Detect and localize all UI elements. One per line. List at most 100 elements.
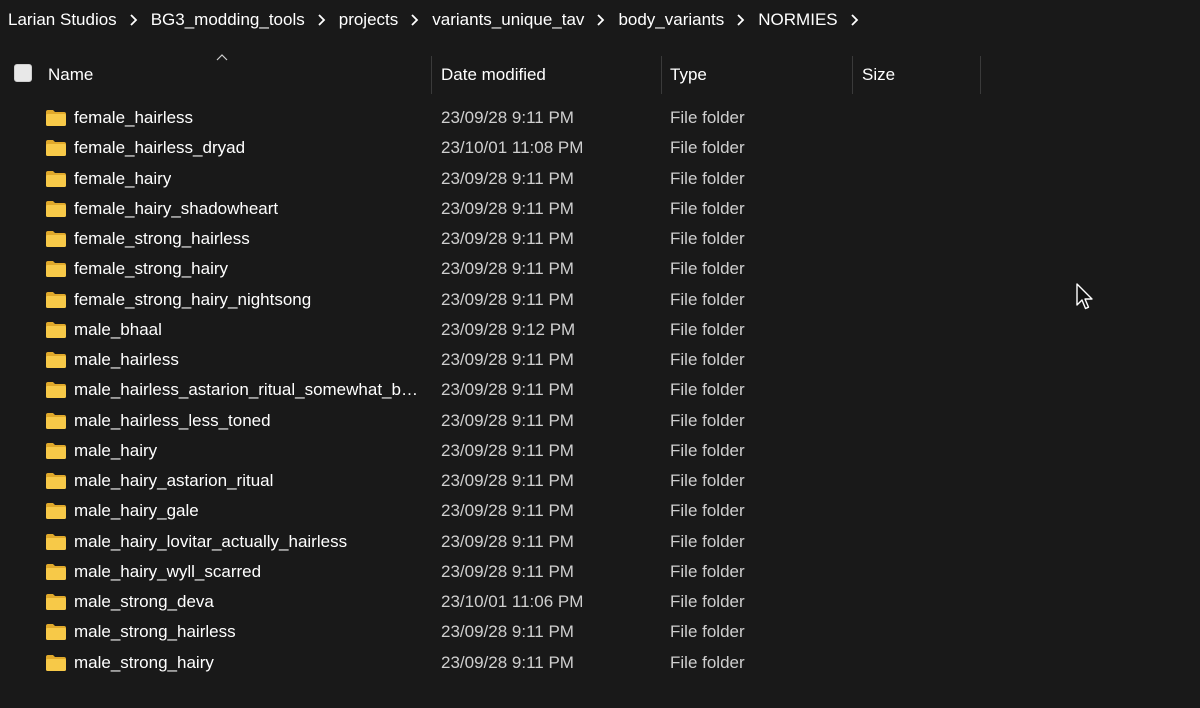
file-row[interactable]: male_hairy_lovitar_actually_hairless 23/0…	[0, 527, 1000, 557]
date-modified: 23/09/28 9:12 PM	[441, 319, 576, 339]
file-type: File folder	[670, 259, 745, 279]
file-type: File folder	[670, 652, 745, 672]
column-divider[interactable]	[852, 56, 853, 94]
date-modified: 23/09/28 9:11 PM	[441, 410, 574, 430]
file-row[interactable]: female_hairless_dryad 23/10/01 11:08 PM Fi…	[0, 133, 1000, 163]
file-type: File folder	[670, 622, 745, 642]
file-row[interactable]: male_hairless_less_toned 23/09/28 9:11 PM…	[0, 406, 1000, 436]
file-name[interactable]: female_hairy	[74, 164, 171, 194]
breadcrumb-item[interactable]: body_variants	[616, 10, 726, 30]
breadcrumb-item[interactable]: variants_unique_tav	[430, 10, 586, 30]
column-divider[interactable]	[661, 56, 662, 94]
file-name[interactable]: female_strong_hairy	[74, 254, 228, 284]
sort-ascending-icon	[216, 54, 228, 61]
folder-icon	[45, 321, 67, 339]
date-modified: 23/09/28 9:11 PM	[441, 289, 574, 309]
folder-icon	[45, 563, 67, 581]
file-type: File folder	[670, 289, 745, 309]
folder-icon	[45, 200, 67, 218]
file-type: File folder	[670, 592, 745, 611]
file-type: File folder	[670, 108, 745, 127]
file-name[interactable]: male_hairy_wyll_scarred	[74, 557, 261, 587]
select-all-checkbox[interactable]	[14, 64, 32, 82]
breadcrumb-item[interactable]: Larian Studios	[6, 10, 119, 30]
file-row[interactable]: male_hairless_astarion_ritual_somewhat_b…	[0, 375, 1000, 405]
file-name[interactable]: female_strong_hairless	[74, 224, 250, 254]
chevron-right-icon[interactable]	[726, 10, 756, 30]
file-name[interactable]: male_hairy	[74, 436, 157, 466]
breadcrumb: Larian Studios BG3_modding_tools projects v…	[0, 0, 870, 40]
date-modified: 23/09/28 9:11 PM	[441, 229, 574, 248]
mouse-cursor-icon	[1076, 283, 1093, 310]
date-modified: 23/09/28 9:11 PM	[441, 440, 574, 460]
file-name[interactable]: male_hairless_less_toned	[74, 406, 271, 436]
file-row[interactable]: male_strong_hairy 23/09/28 9:11 PM File fo…	[0, 648, 1000, 678]
folder-icon	[45, 291, 67, 309]
file-type: File folder	[670, 380, 745, 400]
file-type: File folder	[670, 531, 745, 551]
file-row[interactable]: male_strong_deva 23/10/01 11:06 PM File fo…	[0, 587, 1000, 617]
column-header-size[interactable]: Size	[862, 56, 895, 94]
file-type: File folder	[670, 168, 745, 188]
breadcrumb-item[interactable]: projects	[337, 10, 401, 30]
file-name[interactable]: male_hairy_gale	[74, 496, 199, 526]
file-name[interactable]: female_strong_hairy_nightsong	[74, 285, 311, 315]
chevron-right-icon[interactable]	[119, 10, 149, 30]
file-name[interactable]: male_strong_hairless	[74, 617, 236, 647]
column-divider[interactable]	[980, 56, 981, 94]
file-row[interactable]: female_hairy 23/09/28 9:11 PM File folder	[0, 164, 1000, 194]
file-row[interactable]: male_hairless 23/09/28 9:11 PM File folder	[0, 345, 1000, 375]
date-modified: 23/09/28 9:11 PM	[441, 350, 574, 369]
chevron-right-icon[interactable]	[840, 10, 870, 30]
file-name[interactable]: male_strong_deva	[74, 587, 214, 617]
file-row[interactable]: male_hairy_wyll_scarred 23/09/28 9:11 PM F…	[0, 557, 1000, 587]
file-name[interactable]: female_hairy_shadowheart	[74, 194, 278, 224]
chevron-right-icon[interactable]	[586, 10, 616, 30]
file-row[interactable]: male_strong_hairless 23/09/28 9:11 PM File…	[0, 617, 1000, 647]
file-name[interactable]: male_bhaal	[74, 315, 162, 345]
file-row[interactable]: female_strong_hairy 23/09/28 9:11 PM File …	[0, 254, 1000, 284]
file-row[interactable]: male_hairy_astarion_ritual 23/09/28 9:11 …	[0, 466, 1000, 496]
file-type: File folder	[670, 350, 745, 369]
file-name[interactable]: female_hairless_dryad	[74, 133, 245, 163]
file-name[interactable]: male_hairy_lovitar_actually_hairless	[74, 527, 347, 557]
file-name[interactable]: male_hairy_astarion_ritual	[74, 466, 273, 496]
chevron-right-icon[interactable]	[400, 10, 430, 30]
file-row[interactable]: female_hairless 23/09/28 9:11 PM File fold…	[0, 103, 1000, 133]
folder-icon	[45, 351, 67, 369]
breadcrumb-item[interactable]: BG3_modding_tools	[149, 10, 307, 30]
file-name[interactable]: male_strong_hairy	[74, 648, 214, 678]
column-divider[interactable]	[431, 56, 432, 94]
file-type: File folder	[670, 440, 745, 460]
file-row[interactable]: male_hairy 23/09/28 9:11 PM File folder	[0, 436, 1000, 466]
folder-icon	[45, 412, 67, 430]
file-name[interactable]: male_hairless	[74, 345, 179, 375]
file-row[interactable]: male_bhaal 23/09/28 9:12 PM File folder	[0, 315, 1000, 345]
date-modified: 23/09/28 9:11 PM	[441, 168, 574, 188]
date-modified: 23/09/28 9:11 PM	[441, 471, 574, 490]
file-type: File folder	[670, 410, 745, 430]
folder-icon	[45, 260, 67, 278]
file-name[interactable]: male_hairless_astarion_ritual_somewhat_b…	[74, 375, 420, 405]
date-modified: 23/09/28 9:11 PM	[441, 108, 574, 127]
folder-icon	[45, 472, 67, 490]
file-row[interactable]: male_hairy_gale 23/09/28 9:11 PM File fold…	[0, 496, 1000, 526]
date-modified: 23/10/01 11:06 PM	[441, 592, 584, 611]
column-header-name[interactable]: Name	[48, 56, 93, 94]
file-list: female_hairless 23/09/28 9:11 PM File fold…	[0, 103, 1200, 678]
breadcrumb-item[interactable]: NORMIES	[756, 10, 839, 30]
column-header-date-modified[interactable]: Date modified	[441, 56, 546, 94]
folder-icon	[45, 230, 67, 248]
file-row[interactable]: female_strong_hairless 23/09/28 9:11 PM Fi…	[0, 224, 1000, 254]
folder-icon	[45, 139, 67, 157]
file-row[interactable]: female_hairy_shadowheart 23/09/28 9:11 PM…	[0, 194, 1000, 224]
column-header-type[interactable]: Type	[670, 56, 707, 94]
date-modified: 23/09/28 9:11 PM	[441, 198, 574, 218]
file-name[interactable]: female_hairless	[74, 103, 193, 133]
chevron-right-icon[interactable]	[307, 10, 337, 30]
folder-icon	[45, 502, 67, 520]
file-row[interactable]: female_strong_hairy_nightsong 23/09/28 9:…	[0, 285, 1000, 315]
date-modified: 23/10/01 11:08 PM	[441, 138, 584, 158]
folder-icon	[45, 654, 67, 672]
date-modified: 23/09/28 9:11 PM	[441, 531, 574, 551]
